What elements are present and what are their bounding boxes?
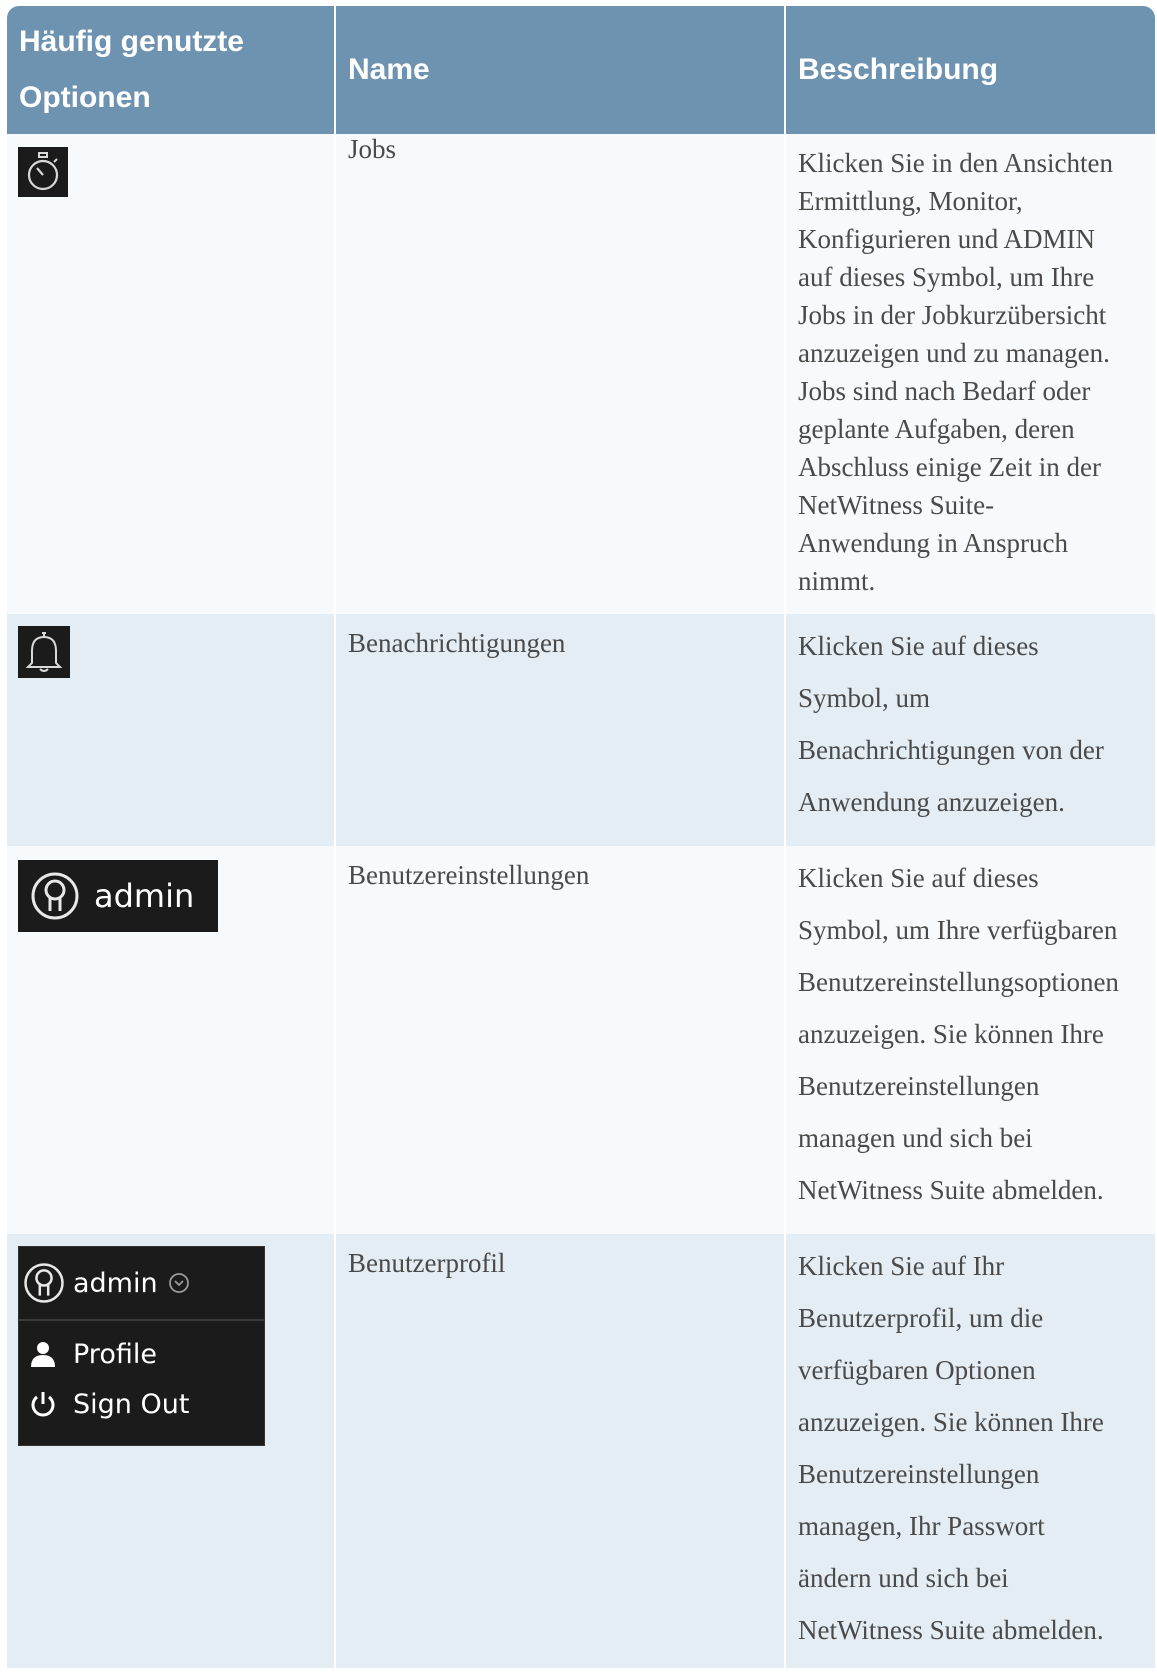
user-profile-menu: admin Profile Sign Out [18,1246,265,1446]
menu-item-sign-out[interactable]: Sign Out [19,1379,264,1429]
desc-line: verfügbaren Optionen [798,1355,1036,1385]
desc-line: geplante Aufgaben, deren [798,414,1075,444]
desc-line: Abschluss einige Zeit in der [798,452,1101,482]
desc-line: Benutzereinstellungsoptionen [798,967,1119,997]
desc-line: Symbol, um Ihre verfügbaren [798,915,1118,945]
table-row: Benachrichtigungen Klicken Sie auf diese… [7,614,1155,846]
desc-line: managen und sich bei [798,1123,1033,1153]
option-cell: admin Profile Sign Out [7,1234,335,1668]
option-description: Klicken Sie in den Ansichten Ermittlung,… [784,134,1155,614]
desc-line: Anwendung in Anspruch [798,528,1068,558]
option-name: Benutzereinstellungen [334,846,785,1234]
chevron-down-icon[interactable] [168,1272,190,1294]
menu-item-label: Sign Out [73,1388,190,1420]
stopwatch-icon[interactable] [18,147,68,197]
desc-line: anzuzeigen. Sie können Ihre [798,1407,1104,1437]
user-icon [24,1263,64,1303]
desc-line: Benutzerprofil, um die [798,1303,1044,1333]
user-menu-name: admin [73,1267,158,1299]
desc-line: Jobs sind nach Bedarf oder [798,376,1091,406]
table-row: Jobs Klicken Sie in den Ansichten Ermitt… [7,134,1155,614]
user-icon [31,872,79,920]
power-icon [31,1392,55,1417]
user-settings-button[interactable]: admin [18,860,218,932]
desc-line: managen, Ihr Passwort [798,1511,1045,1541]
person-icon [31,1342,55,1367]
header-description: Beschreibung [784,6,1155,134]
desc-line: Jobs in der Jobkurzübersicht [798,300,1107,330]
option-name: Jobs [334,134,785,614]
menu-item-label: Profile [73,1338,157,1370]
desc-line: Klicken Sie auf dieses [798,863,1039,893]
user-menu-header[interactable]: admin [19,1247,264,1321]
user-settings-label: admin [94,877,195,915]
desc-line: auf dieses Symbol, um Ihre [798,262,1095,292]
option-description: Klicken Sie auf Ihr Benutzerprofil, um d… [784,1234,1155,1668]
desc-line: anzuzeigen und zu managen. [798,338,1110,368]
desc-line: Klicken Sie in den Ansichten [798,148,1113,178]
desc-line: Symbol, um [798,683,931,713]
desc-line: Klicken Sie auf dieses [798,631,1039,661]
desc-line: ändern und sich bei [798,1563,1009,1593]
desc-line: Klicken Sie auf Ihr [798,1251,1005,1281]
table-header-row: Häufig genutzte Optionen Name Beschreibu… [7,6,1155,134]
option-cell: admin [7,846,335,1234]
options-table: Häufig genutzte Optionen Name Beschreibu… [7,6,1155,1668]
desc-line: Benachrichtigungen von der [798,735,1104,765]
option-cell [7,614,335,846]
desc-line: Benutzereinstellungen [798,1459,1040,1489]
option-description: Klicken Sie auf dieses Symbol, um Ihre v… [784,846,1155,1234]
desc-line: anzuzeigen. Sie können Ihre [798,1019,1104,1049]
desc-line: Anwendung anzuzeigen. [798,787,1065,817]
option-cell [7,134,335,614]
header-options: Häufig genutzte Optionen [7,6,335,134]
table-row: admin Profile Sign Out Benutzerprofil Kl… [7,1234,1155,1668]
desc-line: NetWitness Suite abmelden. [798,1175,1104,1205]
table-row: admin Benutzereinstellungen Klicken Sie … [7,846,1155,1234]
desc-line: NetWitness Suite abmelden. [798,1615,1104,1645]
header-name: Name [334,6,785,134]
option-description: Klicken Sie auf dieses Symbol, um Benach… [784,614,1155,846]
desc-line: nimmt. [798,566,876,596]
option-name: Benachrichtigungen [334,614,785,846]
option-name: Benutzerprofil [334,1234,785,1668]
bell-icon[interactable] [18,626,70,678]
desc-line: NetWitness Suite- [798,490,995,520]
menu-item-profile[interactable]: Profile [19,1329,264,1379]
desc-line: Konfigurieren und ADMIN [798,224,1095,254]
desc-line: Ermittlung, Monitor, [798,186,1023,216]
desc-line: Benutzereinstellungen [798,1071,1040,1101]
